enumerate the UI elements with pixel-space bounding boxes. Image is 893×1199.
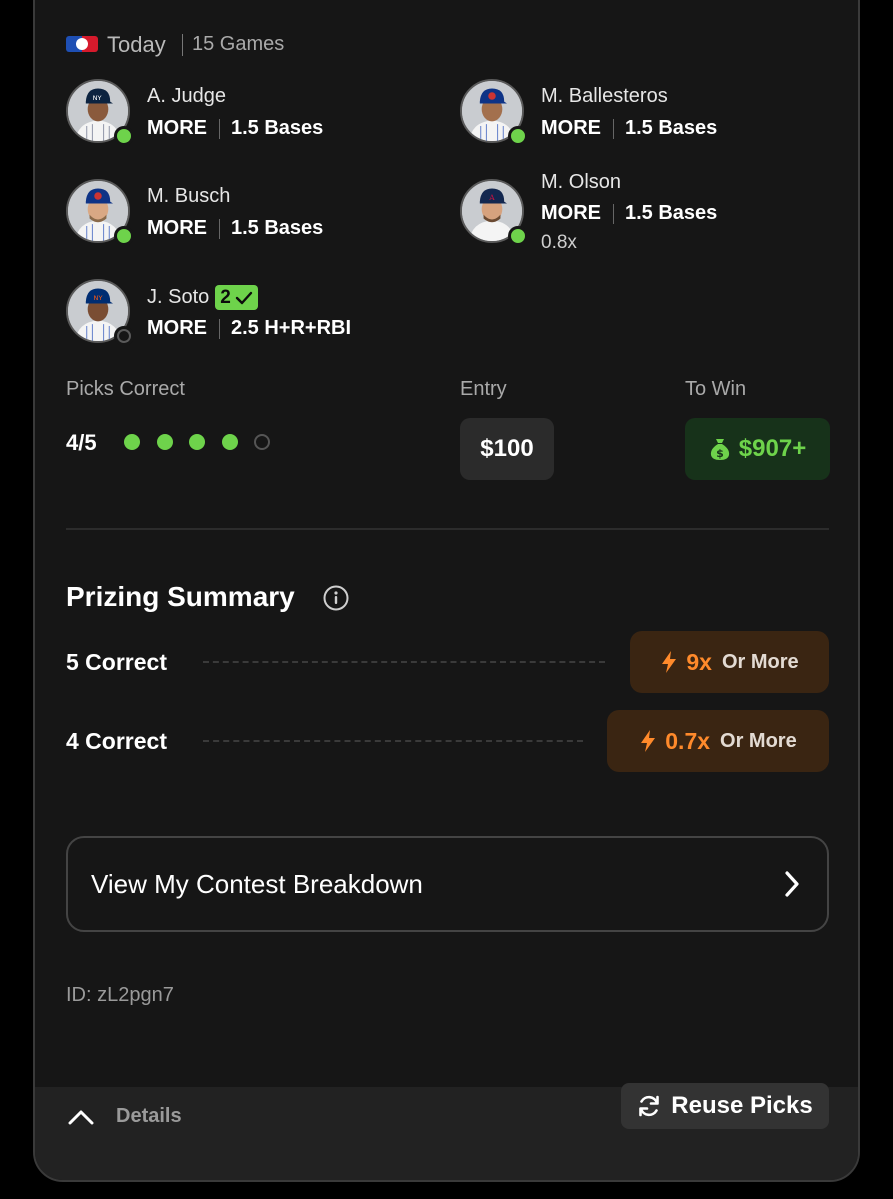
pick-separator	[219, 318, 220, 339]
player-pick-line: MORE 1.5 Bases	[147, 117, 323, 140]
player-pick-line: MORE 1.5 Bases	[541, 202, 717, 225]
pick-correct-dot	[124, 434, 140, 450]
pick-line: 1.5 Bases	[625, 117, 718, 139]
pick-hit-icon	[508, 226, 528, 246]
player-pick-line: MORE 2.5 H+R+RBI	[147, 317, 351, 340]
header-day: Today	[107, 32, 166, 57]
svg-text:NY: NY	[94, 294, 104, 302]
prize-multiplier-pill: 0.7x Or More	[607, 710, 829, 772]
chevron-up-icon	[68, 1110, 94, 1124]
to-win-label: To Win	[685, 378, 747, 400]
check-icon	[235, 291, 253, 304]
mlb-logo-icon	[66, 36, 98, 52]
details-toggle[interactable]: Details	[68, 1105, 182, 1128]
prize-row-leader	[203, 661, 605, 663]
money-bag-icon: $	[710, 439, 729, 460]
player-name: M. Busch	[147, 185, 231, 207]
pick-line: 2.5 H+R+RBI	[231, 317, 352, 339]
picks-correct-value: 4/5	[66, 430, 97, 455]
pick-hit-icon	[508, 126, 528, 146]
progress-badge: 2	[215, 285, 258, 310]
prizing-summary-title: Prizing Summary	[66, 581, 295, 612]
reuse-picks-button[interactable]: Reuse Picks	[621, 1083, 829, 1129]
prize-multiplier-pill: 9x Or More	[630, 631, 829, 693]
breakdown-label: View My Contest Breakdown	[91, 868, 423, 899]
pick-hit-icon	[114, 126, 134, 146]
info-icon[interactable]	[323, 585, 349, 611]
pick-direction: MORE	[541, 117, 601, 139]
lightning-icon	[662, 651, 677, 673]
prize-multiplier: 0.7x	[665, 727, 711, 754]
prize-row-label: 4 Correct	[66, 728, 167, 754]
player-pick-line: MORE 1.5 Bases	[541, 117, 717, 140]
pick-separator	[219, 218, 220, 239]
player-name: M. Olson	[541, 171, 622, 193]
prize-row-leader	[203, 740, 583, 742]
player-pick-line: MORE 1.5 Bases	[147, 217, 323, 240]
header-divider	[182, 34, 183, 56]
pick-line: 1.5 Bases	[231, 217, 324, 239]
player-name: A. Judge	[147, 85, 226, 107]
section-divider	[66, 528, 829, 530]
prize-multiplier-suffix: Or More	[721, 650, 799, 673]
pick-line: 1.5 Bases	[625, 202, 718, 224]
pick-separator	[613, 118, 614, 139]
to-win-amount: $ $907+	[685, 418, 830, 480]
svg-text:$: $	[716, 447, 724, 460]
header-games-count: 15 Games	[192, 33, 285, 55]
chevron-right-icon	[785, 871, 799, 897]
player-name: J. Soto	[147, 286, 210, 308]
pick-hit-icon	[114, 226, 134, 246]
entry-amount: $100	[460, 418, 554, 480]
pick-line: 1.5 Bases	[231, 117, 324, 139]
pick-separator	[613, 203, 614, 224]
prize-multiplier-suffix: Or More	[720, 729, 797, 752]
prize-multiplier: 9x	[686, 648, 712, 675]
to-win-value: $907+	[738, 435, 807, 462]
svg-text:NY: NY	[93, 94, 103, 102]
entry-label: Entry	[460, 378, 507, 400]
pick-pending-icon	[114, 326, 134, 346]
pick-correct-dot	[156, 434, 173, 450]
pick-direction: MORE	[147, 317, 207, 339]
pick-pending-dot	[254, 434, 270, 450]
details-label: Details	[116, 1105, 182, 1127]
player-name-row: J. Soto 2	[147, 285, 258, 310]
pick-separator	[219, 118, 220, 139]
svg-text:A: A	[488, 193, 495, 202]
pick-direction: MORE	[147, 117, 207, 139]
pick-direction: MORE	[541, 202, 601, 224]
refresh-icon	[639, 1095, 660, 1117]
pick-direction: MORE	[147, 217, 207, 239]
player-multiplier: 0.8x	[541, 232, 577, 253]
prize-row-label: 5 Correct	[66, 649, 167, 675]
player-name: M. Ballesteros	[541, 85, 668, 107]
picks-correct-label: Picks Correct	[66, 378, 185, 400]
pick-correct-dot	[189, 434, 205, 450]
lightning-icon	[641, 730, 656, 752]
pick-correct-dot	[221, 434, 238, 450]
reuse-picks-label: Reuse Picks	[671, 1092, 813, 1119]
progress-count: 2	[220, 286, 231, 308]
contest-id: ID: zL2pgn7	[66, 984, 174, 1006]
view-contest-breakdown-button[interactable]: View My Contest Breakdown	[66, 836, 829, 932]
contest-card: Today 15 Games NY A. Judge MORE 1.5 Base…	[33, 0, 860, 1182]
